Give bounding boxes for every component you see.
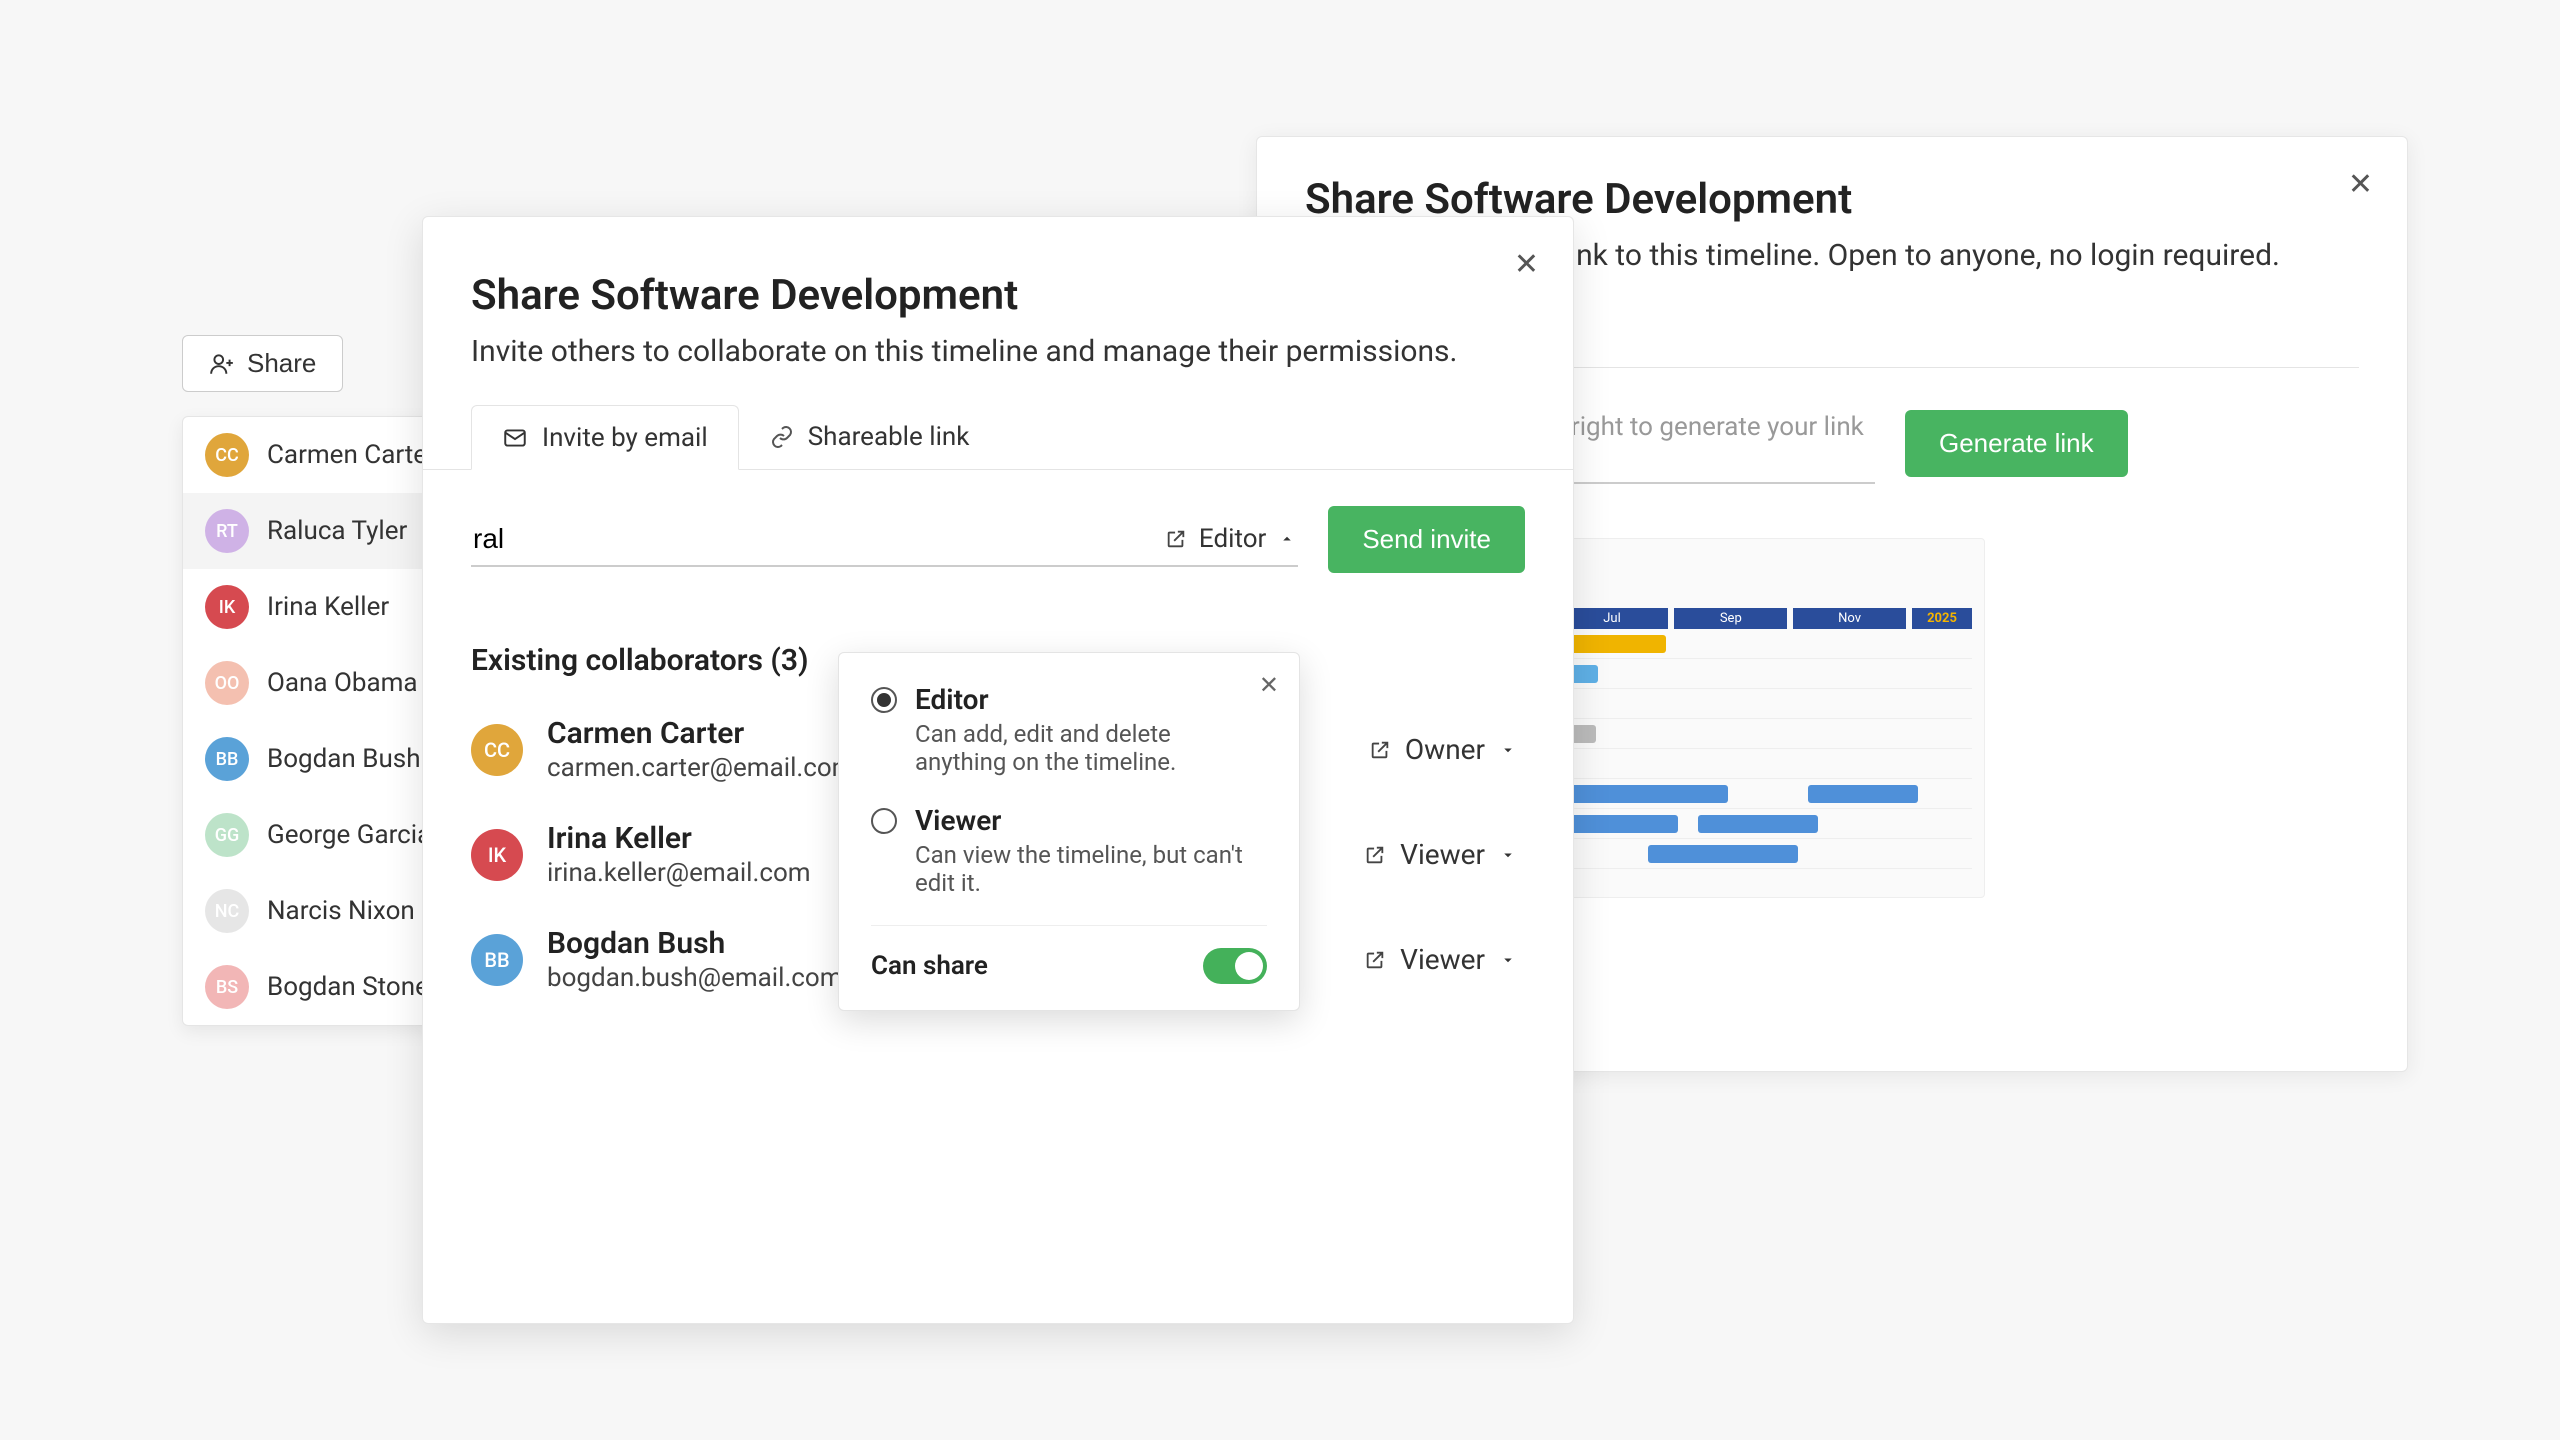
avatar: BS bbox=[205, 965, 249, 1009]
avatar: GG bbox=[205, 813, 249, 857]
collaborator-role-label: Viewer bbox=[1400, 838, 1485, 871]
role-option-editor[interactable]: Editor Can add, edit and delete anything… bbox=[871, 683, 1267, 776]
role-popover: ✕ Editor Can add, edit and delete anythi… bbox=[838, 652, 1300, 1011]
tab-invite-by-email[interactable]: Invite by email bbox=[471, 405, 739, 470]
suggestion-name: George Garcia bbox=[267, 820, 431, 850]
generate-link-button[interactable]: Generate link bbox=[1905, 410, 2128, 477]
share-person-icon bbox=[209, 351, 235, 377]
can-share-label: Can share bbox=[871, 951, 988, 981]
role-trigger-label: Editor bbox=[1199, 524, 1266, 554]
suggestion-name: Irina Keller bbox=[267, 592, 389, 622]
suggestion-name: Narcis Nixon bbox=[267, 896, 415, 926]
suggestion-name: Bogdan Bush bbox=[267, 744, 421, 774]
send-invite-button[interactable]: Send invite bbox=[1328, 506, 1525, 573]
role-option-title: Editor bbox=[915, 683, 1245, 716]
collaborator-role-dropdown[interactable]: Viewer bbox=[1364, 943, 1517, 976]
collaborator-role-label: Owner bbox=[1405, 733, 1485, 766]
close-icon[interactable]: ✕ bbox=[2348, 167, 2373, 202]
radio-unselected-icon bbox=[871, 808, 897, 834]
suggestion-name: Raluca Tyler bbox=[267, 516, 407, 546]
chevron-down-icon bbox=[1499, 951, 1517, 969]
invite-email-input[interactable] bbox=[473, 523, 1165, 555]
chevron-down-icon bbox=[1499, 741, 1517, 759]
chevron-down-icon bbox=[1499, 846, 1517, 864]
avatar: BB bbox=[471, 934, 523, 986]
external-link-icon bbox=[1165, 528, 1187, 550]
external-link-icon bbox=[1369, 739, 1391, 761]
role-option-title: Viewer bbox=[915, 804, 1245, 837]
avatar: RT bbox=[205, 509, 249, 553]
chevron-up-icon bbox=[1278, 530, 1296, 548]
radio-selected-icon bbox=[871, 687, 897, 713]
avatar: IK bbox=[205, 585, 249, 629]
avatar: IK bbox=[471, 829, 523, 881]
avatar: NC bbox=[205, 889, 249, 933]
mail-icon bbox=[502, 425, 528, 451]
role-option-viewer[interactable]: Viewer Can view the timeline, but can't … bbox=[871, 804, 1267, 897]
collaborator-role-label: Viewer bbox=[1400, 943, 1485, 976]
avatar: BB bbox=[205, 737, 249, 781]
avatar: CC bbox=[471, 724, 523, 776]
tab-label: Shareable link bbox=[808, 422, 970, 452]
suggestion-name: Oana Obama bbox=[267, 668, 418, 698]
avatar: CC bbox=[205, 433, 249, 477]
external-link-icon bbox=[1364, 949, 1386, 971]
share-button-label: Share bbox=[247, 348, 316, 379]
role-dropdown-trigger[interactable]: Editor bbox=[1165, 524, 1296, 554]
role-option-desc: Can view the timeline, but can't edit it… bbox=[915, 841, 1245, 897]
suggestion-name: Carmen Carter bbox=[267, 440, 436, 470]
role-option-desc: Can add, edit and delete anything on the… bbox=[915, 720, 1245, 776]
can-share-toggle[interactable] bbox=[1203, 948, 1267, 984]
avatar: OO bbox=[205, 661, 249, 705]
suggestion-name: Bogdan Stone bbox=[267, 972, 429, 1002]
external-link-icon bbox=[1364, 844, 1386, 866]
tab-shareable-link[interactable]: Shareable link bbox=[739, 405, 1001, 469]
tab-label: Invite by email bbox=[542, 423, 708, 453]
share-button[interactable]: Share bbox=[182, 335, 343, 392]
modal-subtitle: Invite others to collaborate on this tim… bbox=[471, 334, 1525, 369]
collaborator-role-dropdown[interactable]: Viewer bbox=[1364, 838, 1517, 871]
invite-email-input-wrap: Editor bbox=[471, 513, 1298, 567]
link-icon bbox=[770, 425, 794, 449]
close-icon[interactable]: ✕ bbox=[1259, 671, 1279, 700]
collaborator-role-dropdown[interactable]: Owner bbox=[1369, 733, 1517, 766]
modal-title: Share Software Development bbox=[471, 271, 1525, 320]
close-icon[interactable]: ✕ bbox=[1514, 247, 1539, 282]
